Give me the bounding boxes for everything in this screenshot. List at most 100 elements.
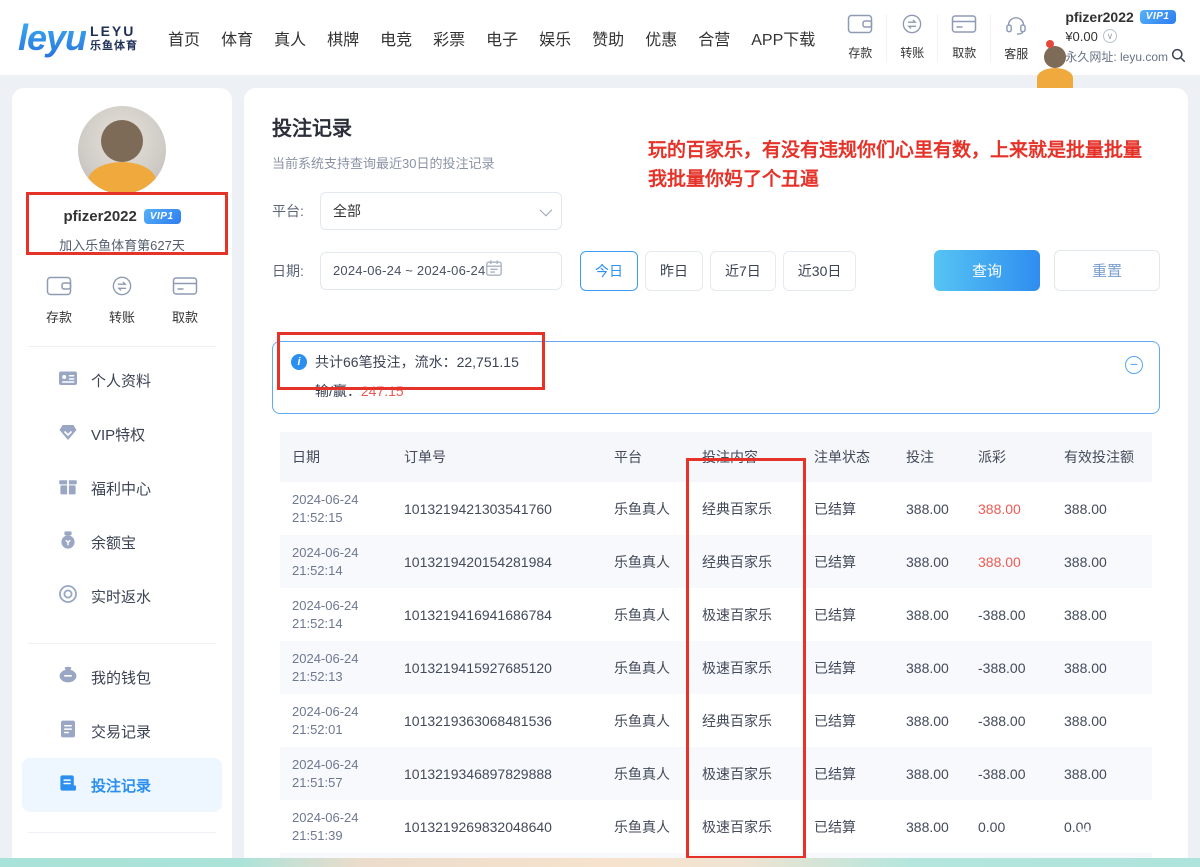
wallet-actions: 存款 转账 取款 (12, 276, 232, 326)
rebate-circle-icon (58, 584, 78, 608)
page-subtitle: 当前系统支持查询最近30日的投注记录 (272, 153, 1160, 172)
column-header: 投注内容 (690, 432, 802, 482)
table-row[interactable]: 2024-06-2421:51:57 1013219346897829888 乐… (280, 747, 1152, 800)
nav-item[interactable]: APP下载 (751, 26, 815, 50)
range-button[interactable]: 今日 (580, 251, 638, 291)
nav-item[interactable]: 娱乐 (539, 26, 571, 50)
column-header: 平台 (602, 432, 690, 482)
summary-totals: 共计66笔投注，流水：22,751.15 (315, 352, 519, 372)
logo-wordmark: leyu (18, 17, 86, 59)
sidebar-transfer-button[interactable]: 转账 (109, 276, 135, 326)
sidebar-item-yuebao[interactable]: 余额宝 (22, 515, 222, 569)
table-body: 2024-06-2421:52:15 1013219421303541760 乐… (280, 482, 1152, 867)
nav-item[interactable]: 优惠 (645, 26, 677, 50)
date-range-input[interactable]: 2024-06-24 ~ 2024-06-24 (320, 252, 562, 290)
quick-range-group: 今日昨日近7日近30日 (580, 251, 856, 291)
chevron-down-icon (540, 203, 553, 216)
winloss-label: 输/赢： (315, 383, 361, 399)
sidebar: pfizer2022 VIP1 加入乐鱼体育第627天 存款 转账 取款 个人资 (12, 88, 232, 867)
sidebar-item-welfare[interactable]: 福利中心 (22, 461, 222, 515)
page-title: 投注记录 (272, 112, 1160, 141)
sidebar-item-bet-records[interactable]: 投注记录 (22, 758, 222, 812)
divider (28, 832, 216, 833)
profile-vip-badge: VIP1 (144, 209, 181, 224)
search-button[interactable]: 查询 (934, 250, 1040, 291)
range-button[interactable]: 昨日 (645, 251, 703, 291)
top-navbar: leyu LEYU 乐鱼体育 首页体育真人棋牌电竞彩票电子娱乐赞助优惠合营 APP… (0, 0, 1200, 76)
nav-item[interactable]: 棋牌 (327, 26, 359, 50)
summary-bar: i 共计66笔投注，流水：22,751.15 输/赢：247.15 − (272, 341, 1160, 414)
platform-select[interactable]: 全部 (320, 192, 562, 230)
piggy-bank-icon (58, 665, 78, 689)
diamond-icon (58, 422, 78, 446)
nav-item[interactable]: 电竞 (380, 26, 412, 50)
platform-filter-row: 平台: 全部 (272, 192, 1160, 230)
column-header: 注单状态 (802, 432, 894, 482)
sidebar-item-wallet[interactable]: 我的钱包 (22, 650, 222, 704)
table-row[interactable]: 2024-06-2421:52:15 1013219421303541760 乐… (280, 482, 1152, 535)
table-row[interactable]: 2024-06-2421:52:13 1013219415927685120 乐… (280, 641, 1152, 694)
search-icon[interactable] (1171, 48, 1186, 65)
user-box: pfizer2022 VIP1 ¥0.00 ∨ 永久网址: leyu.com (1055, 10, 1186, 65)
winloss-value: 247.15 (361, 383, 404, 399)
sidebar-deposit-button[interactable]: 存款 (46, 276, 72, 326)
platform-selected-value: 全部 (333, 201, 361, 221)
main-nav: 首页体育真人棋牌电竞彩票电子娱乐赞助优惠合营 APP下载 (168, 26, 815, 50)
bet-record-icon (58, 773, 78, 797)
money-pouch-icon (58, 530, 78, 554)
wallet-icon (847, 14, 873, 39)
headset-icon (1004, 14, 1028, 40)
nav-item[interactable]: 真人 (274, 26, 306, 50)
bet-records-table: 日期订单号平台投注内容注单状态投注派彩有效投注额 2024-06-2421:52… (280, 432, 1152, 867)
main-panel: 投注记录 当前系统支持查询最近30日的投注记录 平台: 全部 日期: 2024-… (244, 88, 1188, 867)
balance-amount: ¥0.00 (1065, 30, 1098, 43)
nav-item[interactable]: 体育 (221, 26, 253, 50)
bottom-banner-strip (0, 858, 1200, 867)
transfer-icon (111, 276, 133, 301)
table-row[interactable]: 2024-06-2421:52:14 1013219416941686784 乐… (280, 588, 1152, 641)
nav-item[interactable]: 首页 (168, 26, 200, 50)
username: pfizer2022 (1065, 10, 1133, 24)
sidebar-item-profile[interactable]: 个人资料 (22, 353, 222, 407)
nav-item[interactable]: 赞助 (592, 26, 624, 50)
document-icon (58, 719, 78, 743)
withdraw-button[interactable]: 取款 (937, 14, 990, 62)
column-header: 投注 (894, 432, 966, 482)
nav-item[interactable]: 彩票 (433, 26, 465, 50)
table-header: 日期订单号平台投注内容注单状态投注派彩有效投注额 (280, 432, 1152, 482)
table-row[interactable]: 2024-06-2421:51:39 1013219269832048640 乐… (280, 800, 1152, 853)
table-row[interactable]: 2024-06-2421:52:01 1013219363068481536 乐… (280, 694, 1152, 747)
date-filter-row: 日期: 2024-06-24 ~ 2024-06-24 今日昨日近7日近30日 … (272, 250, 1160, 291)
profile-avatar[interactable] (78, 106, 166, 194)
calendar-icon (485, 259, 503, 282)
refresh-balance-icon[interactable]: ∨ (1103, 29, 1117, 43)
info-icon: i (291, 354, 307, 370)
sidebar-item-vip[interactable]: VIP特权 (22, 407, 222, 461)
nav-item[interactable]: 电子 (486, 26, 518, 50)
customer-service-button[interactable]: 客服 (990, 14, 1041, 62)
sidebar-item-transactions[interactable]: 交易记录 (22, 704, 222, 758)
sidebar-item-rebate[interactable]: 实时返水 (22, 569, 222, 623)
range-button[interactable]: 近7日 (710, 251, 776, 291)
range-button[interactable]: 近30日 (783, 251, 857, 291)
column-header: 日期 (280, 432, 392, 482)
column-header: 有效投注额 (1052, 432, 1152, 482)
site-logo[interactable]: leyu LEYU 乐鱼体育 (18, 17, 138, 59)
nav-item[interactable]: 合营 (698, 26, 730, 50)
sidebar-withdraw-button[interactable]: 取款 (172, 276, 198, 326)
divider (28, 643, 216, 644)
transfer-button[interactable]: 转账 (886, 14, 937, 62)
reset-button[interactable]: 重置 (1054, 250, 1160, 291)
id-card-icon (58, 368, 78, 392)
wallet-icon (46, 276, 72, 301)
column-header: 派彩 (966, 432, 1052, 482)
deposit-button[interactable]: 存款 (834, 14, 886, 62)
divider (28, 346, 216, 347)
date-range-value: 2024-06-24 ~ 2024-06-24 (333, 263, 485, 278)
platform-label: 平台: (272, 201, 320, 221)
table-row[interactable]: 2024-06-2421:52:14 1013219420154281984 乐… (280, 535, 1152, 588)
join-days-text: 加入乐鱼体育第627天 (12, 235, 232, 254)
date-label: 日期: (272, 261, 320, 281)
collapse-icon[interactable]: − (1125, 356, 1143, 374)
column-header: 订单号 (392, 432, 602, 482)
